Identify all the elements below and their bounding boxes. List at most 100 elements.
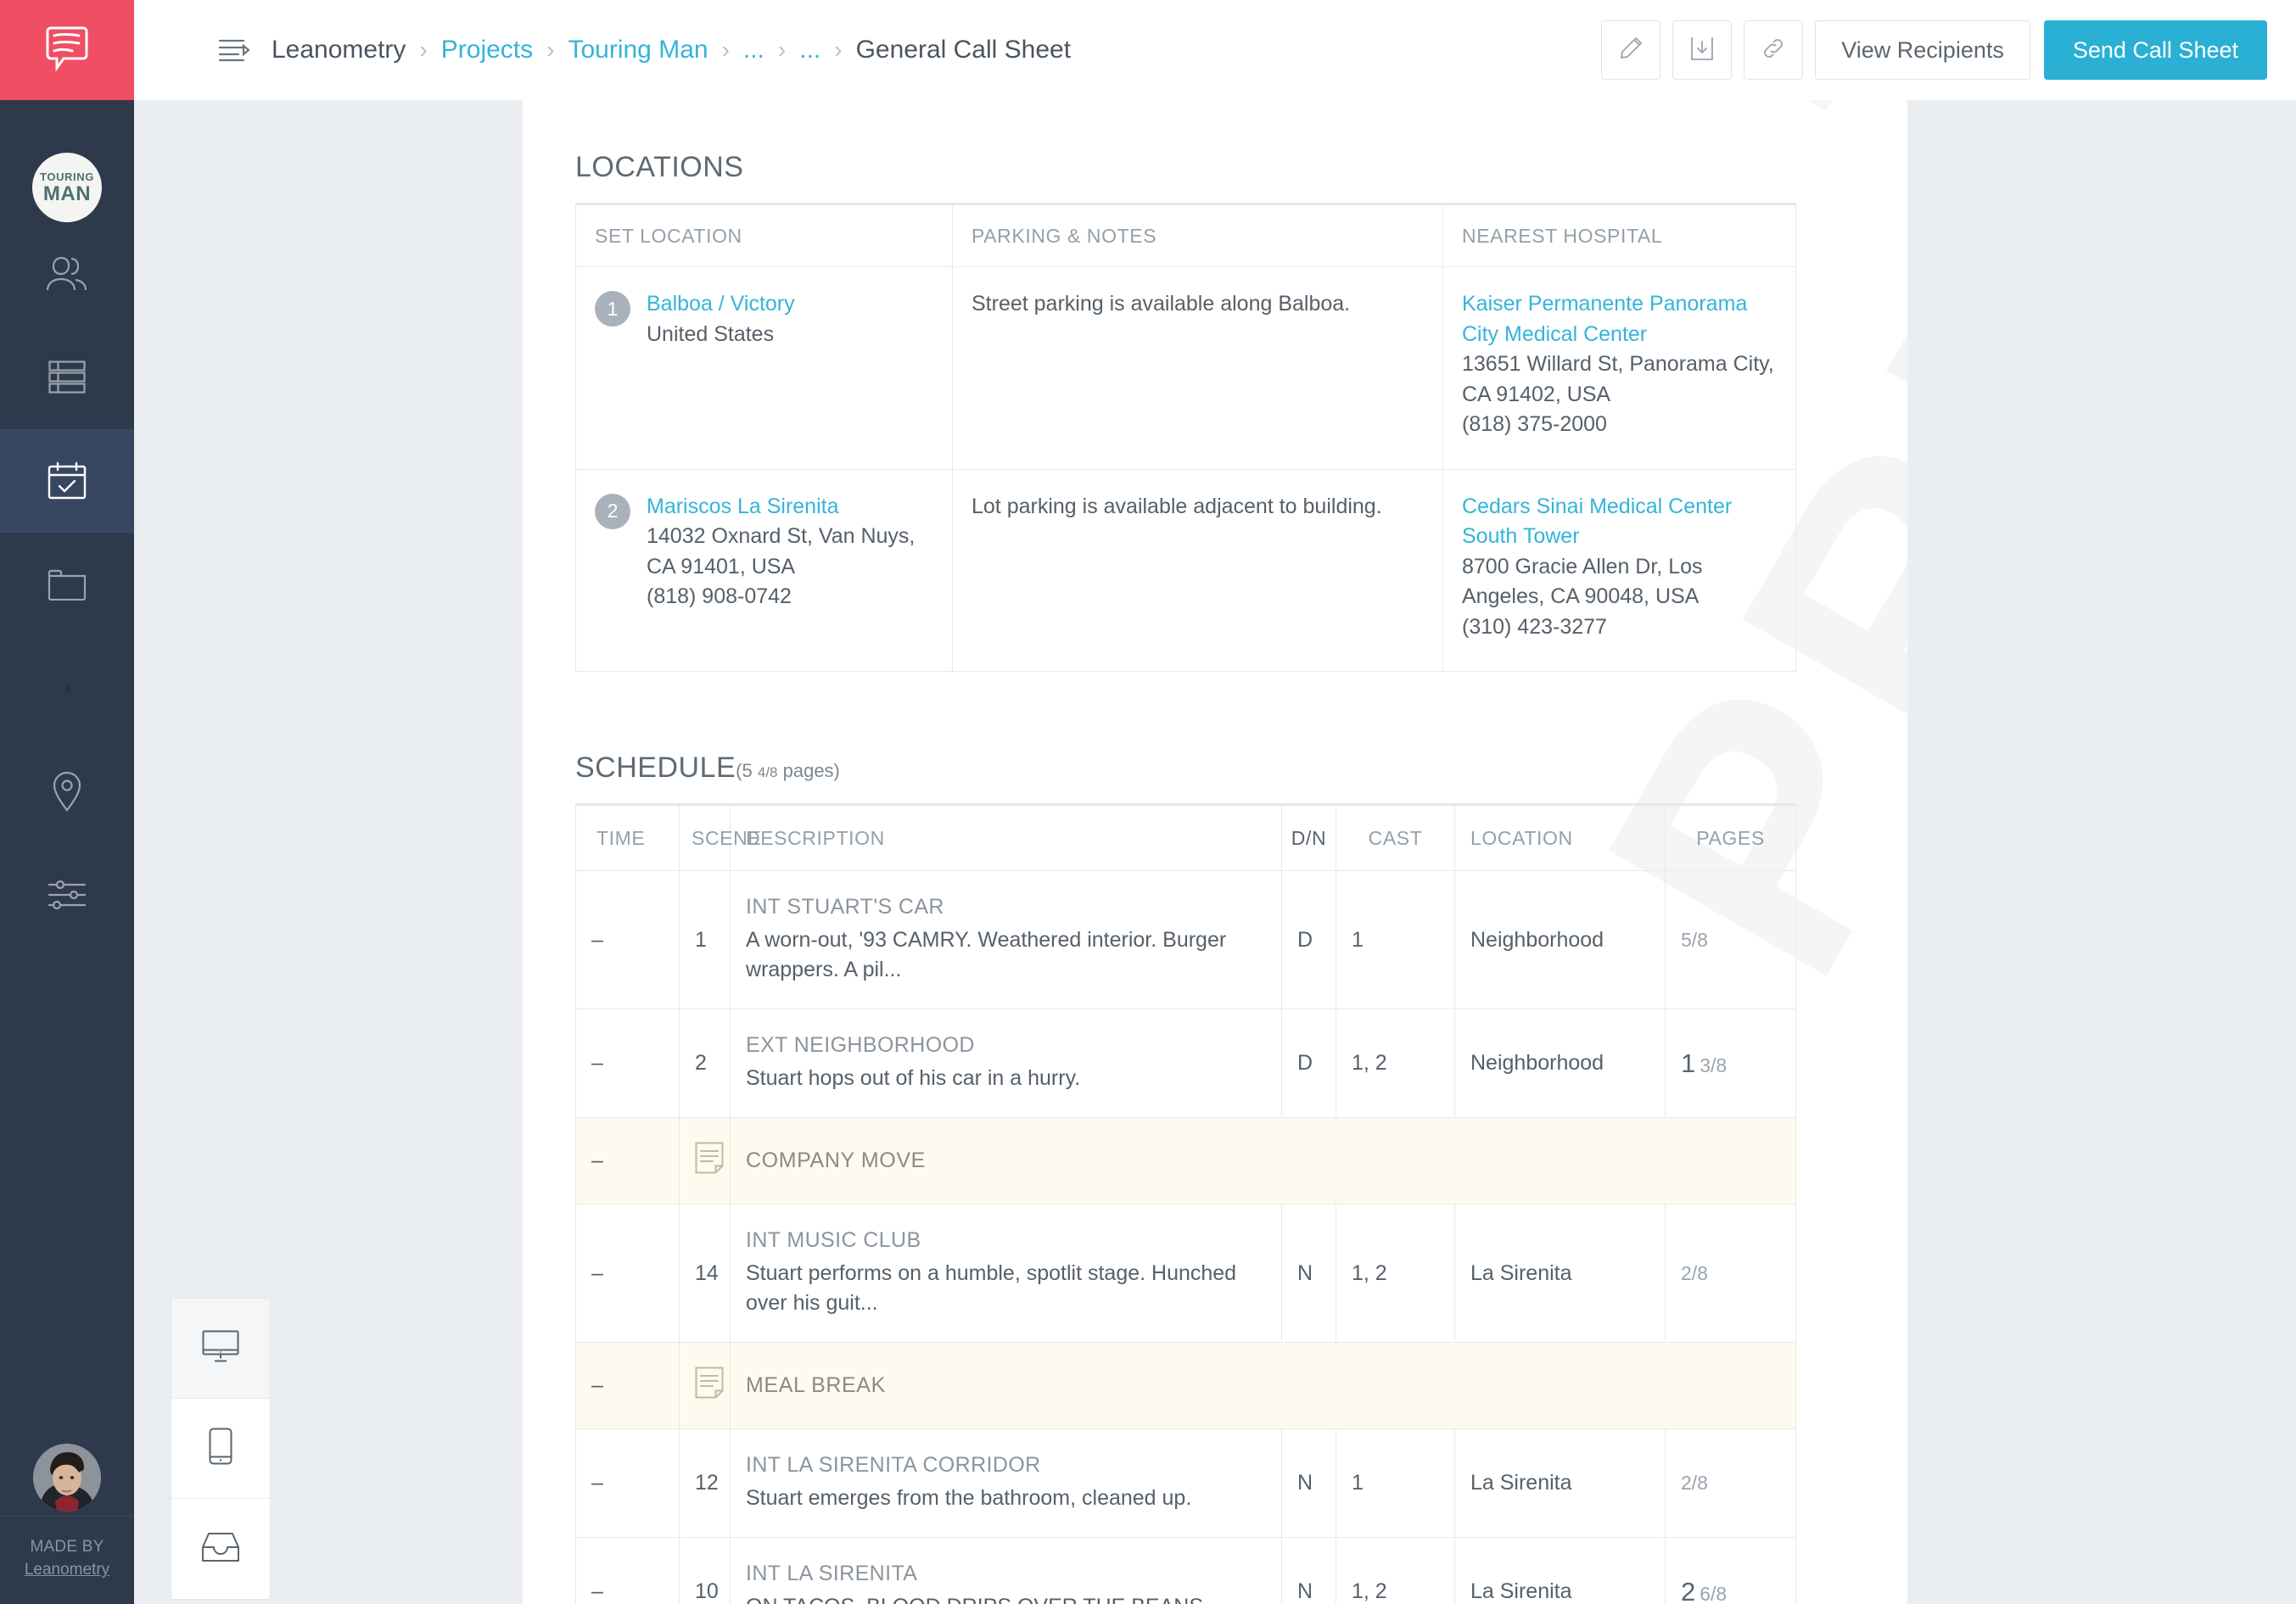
speech-bubble-lines-icon <box>45 25 89 75</box>
top-bar: Leanometry › Projects › Touring Man › ..… <box>134 0 2296 100</box>
breadcrumb-item-0[interactable]: Leanometry <box>272 36 406 64</box>
breadcrumb-item-4[interactable]: ... <box>799 36 820 64</box>
sidebar-item-script-rows[interactable] <box>0 326 134 429</box>
inbox-tray-icon <box>201 1532 240 1567</box>
scene-description: ON TACOS. BLOOD DRIPS OVER THE BEANS. <box>746 1592 1266 1604</box>
scene-heading: INT LA SIRENITA <box>746 1562 918 1585</box>
made-by-brand-link[interactable]: Leanometry <box>0 1558 134 1582</box>
sidebar-item-locations[interactable] <box>0 740 134 843</box>
sliders-icon <box>48 880 86 910</box>
app-logo[interactable] <box>0 0 134 100</box>
note-page-icon <box>679 1117 731 1204</box>
scene-time: – <box>575 1537 680 1604</box>
scene-cast: 1 <box>1336 1428 1455 1538</box>
column-header-nearest-hospital: NEAREST HOSPITAL <box>1442 203 1796 267</box>
preview-mode-mobile[interactable] <box>171 1399 270 1499</box>
map-pin-icon <box>52 771 82 812</box>
sidebar-item-files[interactable] <box>0 533 134 636</box>
scene-description-cell: INT LA SIRENITA ON TACOS. BLOOD DRIPS OVE… <box>730 1537 1282 1604</box>
edit-button[interactable] <box>1601 20 1661 80</box>
preview-mode-inbox[interactable] <box>171 1499 270 1599</box>
sidebar-item-settings[interactable] <box>0 843 134 947</box>
sidebar-item-contacts[interactable] <box>0 222 134 326</box>
scene-description: Stuart emerges from the bathroom, cleane… <box>746 1486 1192 1510</box>
pages-whole: 1 <box>1681 1048 1696 1078</box>
pages-fraction: 2/8 <box>1681 1261 1708 1284</box>
send-call-sheet-button[interactable]: Send Call Sheet <box>2043 20 2267 80</box>
column-header-location: LOCATION <box>1454 803 1666 871</box>
scene-heading: INT MUSIC CLUB <box>746 1228 921 1252</box>
scene-time: – <box>575 870 680 1009</box>
scene-time: – <box>575 1204 680 1343</box>
mobile-phone-icon <box>209 1428 232 1469</box>
location-number-badge: 1 <box>595 291 630 327</box>
avatar[interactable] <box>33 1444 101 1512</box>
preview-mode-switcher <box>171 1298 271 1600</box>
download-button[interactable] <box>1672 20 1733 80</box>
preview-mode-desktop[interactable] <box>171 1299 270 1399</box>
pages-fraction: 6/8 <box>1700 1582 1728 1604</box>
scene-day-night: N <box>1281 1537 1336 1604</box>
banner-label-cell: MEAL BREAK <box>730 1342 1796 1429</box>
view-recipients-button[interactable]: View Recipients <box>1815 20 2030 80</box>
schedule-section-title: SCHEDULE(5 4/8 pages) <box>575 752 1855 785</box>
link-chain-icon <box>1761 36 1786 65</box>
location-name-link[interactable]: Balboa / Victory <box>647 289 795 320</box>
scene-cast: 1 <box>1336 870 1455 1009</box>
scene-heading: INT STUART'S CAR <box>746 895 944 919</box>
banner-label: MEAL BREAK <box>746 1373 886 1397</box>
table-header-row: TIME SCENE DESCRIPTION D/N CAST LOCATION… <box>575 803 1796 871</box>
left-sidebar: TOURING MAN MADE BY Leanometry <box>0 0 134 1604</box>
scene-pages: 2 6/8 <box>1665 1537 1796 1604</box>
scene-cast: 1, 2 <box>1336 1204 1455 1343</box>
location-name-link[interactable]: Mariscos La Sirenita <box>647 492 933 523</box>
parking-note: Lot parking is available adjacent to bui… <box>972 494 1382 518</box>
hospital-name-link[interactable]: Cedars Sinai Medical Center South Tower <box>1462 492 1777 552</box>
scene-day-night: N <box>1281 1428 1336 1538</box>
banner-label-cell: COMPANY MOVE <box>730 1117 1796 1204</box>
hamburger-list-icon[interactable] <box>219 38 249 62</box>
scene-heading: INT LA SIRENITA CORRIDOR <box>746 1453 1041 1477</box>
breadcrumb-item-2[interactable]: Touring Man <box>568 36 708 64</box>
schedule-table: TIME SCENE DESCRIPTION D/N CAST LOCATION… <box>575 803 1796 1604</box>
set-location-cell: 2 Mariscos La Sirenita 14032 Oxnard St, … <box>575 468 953 672</box>
schedule-pages-suffix: pages) <box>777 760 840 781</box>
nearest-hospital-cell: Cedars Sinai Medical Center South Tower … <box>1442 468 1796 672</box>
scene-description: Stuart performs on a humble, spotlit sta… <box>746 1261 1237 1315</box>
folder-icon <box>48 568 87 601</box>
parking-note: Street parking is available along Balboa… <box>972 292 1351 316</box>
scene-day-night: D <box>1281 1009 1336 1118</box>
breadcrumb-item-1[interactable]: Projects <box>441 36 533 64</box>
project-avatar[interactable]: TOURING MAN <box>32 153 102 222</box>
breadcrumb-item-3[interactable]: ... <box>743 36 764 64</box>
scene-description-cell: INT STUART'S CAR A worn-out, '93 CAMRY. W… <box>730 870 1282 1009</box>
parking-notes-cell: Street parking is available along Balboa… <box>952 266 1443 470</box>
location-number-badge: 2 <box>595 493 630 529</box>
pages-fraction: 5/8 <box>1681 928 1708 951</box>
pencil-icon <box>1618 36 1644 65</box>
table-row: 1 Balboa / Victory United States Street … <box>575 266 1796 470</box>
scene-pages: 1 3/8 <box>1665 1009 1796 1118</box>
hospital-name-link[interactable]: Kaiser Permanente Panorama City Medical … <box>1462 289 1777 349</box>
column-header-day-night: D/N <box>1281 803 1336 871</box>
schedule-pages-prefix: (5 <box>736 760 758 781</box>
pages-whole: 2 <box>1681 1576 1696 1604</box>
sidebar-item-call-sheets[interactable] <box>0 429 134 533</box>
scene-number: 1 <box>679 870 731 1009</box>
made-by-footer: MADE BY Leanometry <box>0 1515 134 1604</box>
scene-location: Neighborhood <box>1454 870 1666 1009</box>
column-header-scene: SCENE <box>679 803 761 871</box>
content-canvas: PRELIM PRELIM LOCATIONS SET LOCATION PAR… <box>134 100 2296 1604</box>
pages-fraction: 3/8 <box>1700 1053 1728 1076</box>
user-avatar-wrap[interactable] <box>0 1444 134 1512</box>
link-button[interactable] <box>1744 20 1804 80</box>
banner-label: COMPANY MOVE <box>746 1149 926 1172</box>
set-location-cell: 1 Balboa / Victory United States <box>575 266 953 470</box>
scene-pages: 2/8 <box>1665 1428 1796 1538</box>
scene-description-cell: INT MUSIC CLUB Stuart performs on a humbl… <box>730 1204 1282 1343</box>
scene-heading: EXT NEIGHBORHOOD <box>746 1033 975 1057</box>
scene-cast: 1, 2 <box>1336 1537 1455 1604</box>
schedule-banner-row: – MEAL BREAK <box>575 1342 1796 1429</box>
note-page-icon <box>679 1342 731 1429</box>
schedule-banner-row: – COMPANY MOVE <box>575 1117 1796 1204</box>
